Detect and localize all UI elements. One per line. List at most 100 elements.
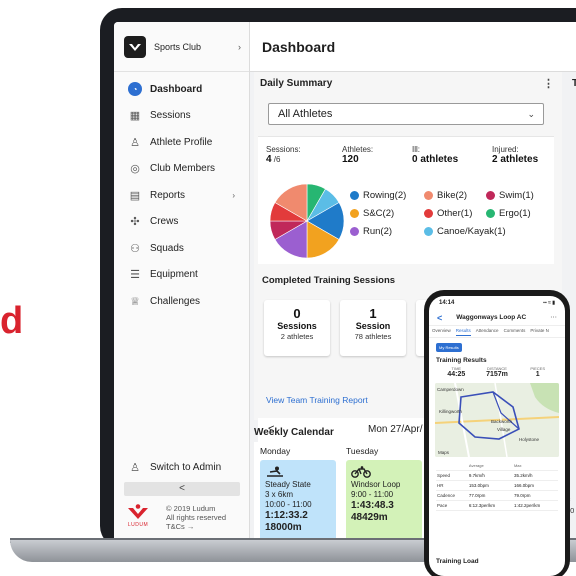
weekly-calendar-title: Weekly Calendar xyxy=(254,427,334,438)
session-pie-chart xyxy=(269,183,345,259)
dashboard-icon: ◔ xyxy=(128,82,142,97)
collapse-sidebar-button[interactable]: < xyxy=(124,482,240,496)
row-label: Pace xyxy=(436,500,468,511)
results-table: Average Max Speed 9.7km/h 35.2km/h HR 15… xyxy=(436,461,558,511)
cell-average: 9.7km/h xyxy=(467,470,513,481)
legend-item: Swim(1) xyxy=(486,190,534,201)
card-subtext: 2 athletes xyxy=(280,332,314,341)
tab-overview[interactable]: Overview xyxy=(432,328,451,335)
cell-max: 35.2km/h xyxy=(512,470,558,481)
current-date: Mon 27/Apr/ xyxy=(368,424,423,435)
trophy-icon: ♕ xyxy=(130,295,140,308)
sidebar-item-club-members[interactable]: ◎ Club Members xyxy=(114,156,249,183)
event-distance: 48429m xyxy=(351,512,388,523)
cell-average: 153.0bpm xyxy=(467,480,513,491)
event-detail: 3 x 6km xyxy=(265,490,294,499)
calendar-event[interactable]: Windsor Loop 9:00 - 11:00 1:43:48.3 4842… xyxy=(346,460,422,538)
calendar-event[interactable]: Steady State 3 x 6km 10:00 - 11:00 1:12:… xyxy=(260,460,336,538)
daily-summary-title: Daily Summary xyxy=(260,77,333,89)
table-row: Speed 9.7km/h 35.2km/h xyxy=(436,470,558,481)
sidebar-item-label: Athlete Profile xyxy=(150,136,213,148)
copyright-text: © 2019 Ludum xyxy=(166,504,216,513)
table-header-row: Average Max xyxy=(436,461,558,471)
crews-icon: ✣ xyxy=(130,216,140,229)
tab-comments[interactable]: Comments xyxy=(504,328,526,335)
event-duration: 1:43:48.3 xyxy=(351,500,394,511)
sidebar-item-squads[interactable]: ⚇ Squads xyxy=(114,235,249,262)
legend-swatch xyxy=(424,227,433,236)
summary-stats: Sessions: 4 /6 Athletes: 120 Ill: 0 athl… xyxy=(258,136,554,176)
map-place-label: Killingworth xyxy=(439,409,463,414)
phone-screen: 14:14 ▪▪ ≈ ▮ < Waggonways Loop AC ··· Ov… xyxy=(429,296,565,576)
legend-label: S&C(2) xyxy=(363,208,395,219)
metric: TIME 44:25 xyxy=(436,366,477,378)
my-results-chip[interactable]: My Results xyxy=(436,343,462,352)
cell-average: 77.0rpm xyxy=(467,490,513,501)
back-button[interactable]: < xyxy=(437,313,442,323)
map-place-label: Backworth xyxy=(491,419,513,424)
sidebar-item-reports[interactable]: ▤ Reports › xyxy=(114,182,249,209)
page-title: Dashboard xyxy=(250,22,576,72)
calendar-icon: ▦ xyxy=(129,110,141,123)
sidebar-nav: ◔ Dashboard ▦ Sessions ♙ Athlete Profile… xyxy=(114,72,249,315)
partial-heading-letter: d xyxy=(0,300,24,342)
more-icon[interactable]: ··· xyxy=(551,314,558,321)
phone-tabs: Overview Results Attendance Comments Pri… xyxy=(429,326,565,338)
legend-item: Rowing(2) xyxy=(350,190,406,201)
sidebar-item-crews[interactable]: ✣ Crews xyxy=(114,209,249,236)
switch-admin-label: Switch to Admin xyxy=(150,461,222,473)
training-metrics: TIME 44:25 DISTANCE 7157m PIECES 1 xyxy=(429,364,565,378)
club-logo-icon xyxy=(124,35,146,58)
card-number: 1 xyxy=(369,306,377,321)
partial-panel-title: T xyxy=(572,78,576,89)
legend-item: Run(2) xyxy=(350,226,392,237)
tab-attendance[interactable]: Attendance xyxy=(476,328,499,335)
cell-average: 6:12.3per/km xyxy=(467,500,513,511)
metric-value: 7157m xyxy=(486,371,508,378)
cell-max: 1:42.2per/km xyxy=(512,500,558,511)
day-label: Tuesday xyxy=(346,446,379,456)
row-label: Speed xyxy=(436,470,468,481)
sidebar-item-athlete-profile[interactable]: ♙ Athlete Profile xyxy=(114,129,249,156)
route-map[interactable]: Camperdown Killingworth Backworth Holyst… xyxy=(435,383,559,457)
table-row: HR 153.0bpm 166.0bpm xyxy=(436,480,558,491)
sidebar-item-label: Crews xyxy=(150,216,179,228)
session-summary-card[interactable]: 1 Session 78 athletes xyxy=(340,300,406,356)
legend-swatch xyxy=(350,191,359,200)
ludum-logo: LUDUM xyxy=(124,504,152,531)
legend-item: Canoe/Kayak(1) xyxy=(424,226,506,237)
club-switcher[interactable]: Sports Club › xyxy=(114,22,249,72)
legend-swatch xyxy=(350,209,359,218)
legend-swatch xyxy=(486,191,495,200)
terms-link[interactable]: T&Cs → xyxy=(166,522,226,531)
sidebar-item-dashboard[interactable]: ◔ Dashboard xyxy=(114,76,249,103)
map-place-label: Camperdown xyxy=(437,387,464,392)
sidebar-item-equipment[interactable]: ☰ Equipment xyxy=(114,262,249,289)
sidebar-item-label: Reports xyxy=(150,189,186,201)
card-number: 0 xyxy=(293,306,301,321)
column-header xyxy=(436,461,468,471)
event-title: Windsor Loop xyxy=(351,480,401,489)
card-subtext: 78 athletes xyxy=(354,332,392,341)
group-icon: ⚇ xyxy=(130,242,140,255)
legend-label: Ergo(1) xyxy=(499,208,531,219)
event-distance: 18000m xyxy=(265,522,302,533)
switch-to-admin-button[interactable]: ♙ Switch to Admin xyxy=(128,460,221,474)
session-summary-card[interactable]: 0 Sessions 2 athletes xyxy=(264,300,330,356)
metric-value: 44:25 xyxy=(447,371,466,378)
stat-value: 120 xyxy=(342,154,359,165)
sidebar-item-sessions[interactable]: ▦ Sessions xyxy=(114,103,249,130)
route-map-drawing: Camperdown Killingworth Backworth Holyst… xyxy=(435,383,559,457)
ludum-logo-text: LUDUM xyxy=(127,522,149,528)
sidebar-item-label: Equipment xyxy=(150,269,198,281)
sidebar-item-challenges[interactable]: ♕ Challenges xyxy=(114,288,249,315)
marketing-stage: d Sports Club › ◔ Dashboard ▦ Sessions ♙… xyxy=(0,0,576,576)
member-circle-icon: ◎ xyxy=(130,163,140,176)
view-team-report-link[interactable]: View Team Training Report xyxy=(266,395,368,405)
tab-private-notes[interactable]: Private N xyxy=(530,328,549,335)
tab-results[interactable]: Results xyxy=(455,328,471,336)
row-label: Cadence xyxy=(436,490,468,501)
more-options-icon[interactable]: ⋮ xyxy=(543,77,554,90)
athlete-filter-select[interactable]: All Athletes ⌄ xyxy=(268,103,544,125)
cell-max: 166.0bpm xyxy=(512,480,558,491)
